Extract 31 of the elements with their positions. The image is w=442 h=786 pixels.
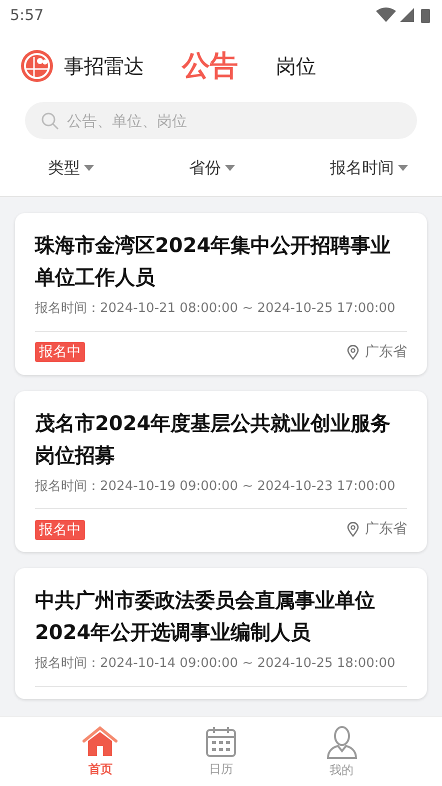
caret-icon (398, 164, 408, 170)
notice-time: 报名时间：2024-10-14 09:00:00 ~ 2024-10-25 18:00:00 (35, 655, 396, 673)
calendar-icon (204, 726, 237, 758)
notice-card[interactable]: 珠海市金湾区2024年集中公开招聘事业单位工作人员 报名时间：2024-10-21 08:00:00 ~ 2024-10-25 17:00:00 报名中 广东省 (15, 213, 427, 374)
location-icon (347, 522, 359, 537)
notice-card[interactable]: 中共广州市委政法委员会直属事业单位2024年公开选调事业编制人员 报名时间：2024-10-14 09:00:00 ~ 2024-10-25 18:00:00 (15, 568, 427, 698)
search-field[interactable]: 公告、单位、岗位 (25, 102, 417, 139)
filter-dropdown[interactable]: 类型 (48, 156, 94, 180)
notice-title: 中共广州市委政法委员会直属事业单位2024年公开选调事业编制人员 (35, 587, 376, 646)
status-icons (376, 7, 432, 23)
notice-title: 茂名市2024年度基层公共就业创业服务岗位招募 (35, 410, 392, 468)
caret-icon (225, 164, 235, 170)
app-name: 事招雷达 (64, 53, 144, 80)
filter-dropdown[interactable]: 报名时间 (330, 156, 408, 180)
logo-icon (20, 49, 54, 83)
header-tab[interactable]: 岗位 (276, 51, 316, 81)
notice-time: 报名时间：2024-10-19 09:00:00 ~ 2024-10-23 17:00:00 (35, 478, 396, 496)
province-label: 广东省 (365, 520, 407, 539)
status-tag: 报名中 (35, 342, 85, 362)
filter-dropdown[interactable]: 省份 (189, 156, 235, 180)
status-time: 5:57 (10, 4, 44, 26)
status-tag: 报名中 (35, 520, 85, 540)
search-icon (41, 112, 59, 130)
person-icon (326, 724, 358, 758)
notice-card[interactable]: 茂名市2024年度基层公共就业创业服务岗位招募 报名时间：2024-10-19 09:00:00 ~ 2024-10-23 17:00:00 报名中 广东省 (15, 390, 427, 552)
home-icon (82, 726, 118, 758)
province-label: 广东省 (365, 342, 407, 362)
notice-title: 珠海市金湾区2024年集中公开招聘事业单位工作人员 (35, 232, 392, 291)
location-icon (347, 344, 359, 360)
caret-icon (84, 164, 94, 170)
notice-time: 报名时间：2024-10-21 08:00:00 ~ 2024-10-25 17:00:00 (35, 300, 396, 318)
